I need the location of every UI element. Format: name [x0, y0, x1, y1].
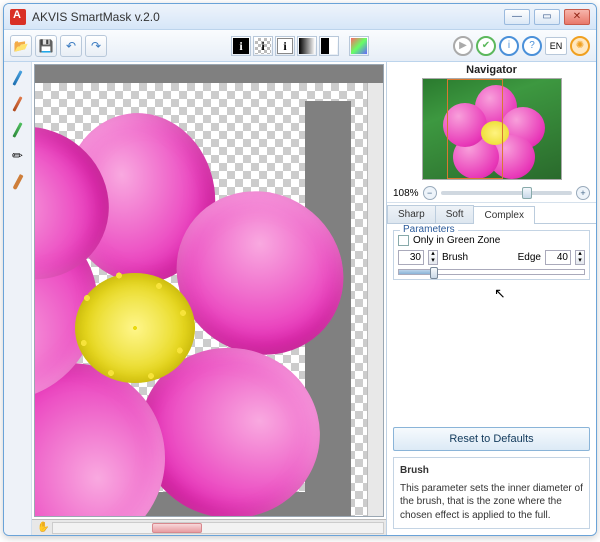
- minus-icon: −: [427, 188, 432, 198]
- undo-icon: ↶: [66, 39, 76, 53]
- brush-icon: [12, 174, 23, 190]
- open-icon: 📂: [14, 39, 29, 53]
- main-toolbar: 📂 💾 ↶ ↷ i i i ▶ ✔ i ? EN ✺: [4, 30, 596, 62]
- app-icon: [10, 9, 26, 25]
- pencil-red-icon: [12, 96, 22, 112]
- help-panel: Brush This parameter sets the inner diam…: [393, 457, 590, 529]
- maximize-button[interactable]: ▭: [534, 9, 560, 25]
- hand-icon[interactable]: ✋: [37, 522, 49, 533]
- minimize-button[interactable]: —: [504, 9, 530, 25]
- ruler-top: [35, 65, 383, 83]
- undo-button[interactable]: ↶: [60, 35, 82, 57]
- gradient-icon: [299, 38, 315, 54]
- tab-soft[interactable]: Soft: [435, 205, 475, 223]
- play-icon: ▶: [459, 40, 467, 51]
- save-button[interactable]: 💾: [35, 35, 57, 57]
- titlebar: AKVIS SmartMask v.2.0 — ▭ ✕: [4, 4, 596, 30]
- view-color-button[interactable]: [349, 36, 369, 56]
- vertical-scrollbar[interactable]: [367, 83, 383, 516]
- zoom-in-button[interactable]: +: [576, 186, 590, 200]
- half-icon: [321, 38, 337, 54]
- app-window: AKVIS SmartMask v.2.0 — ▭ ✕ 📂 💾 ↶ ↷ i i …: [3, 3, 597, 536]
- info-white-icon: i: [277, 38, 293, 54]
- language-button[interactable]: EN: [545, 37, 567, 55]
- save-icon: 💾: [39, 39, 54, 53]
- only-green-zone-checkbox[interactable]: [398, 235, 409, 246]
- pencil-blue-tool[interactable]: [8, 68, 28, 88]
- window-title: AKVIS SmartMask v.2.0: [32, 10, 504, 24]
- vertical-toolbar: ✏: [4, 62, 32, 535]
- zoom-value: 108%: [393, 188, 419, 199]
- eraser-icon: ✏: [12, 148, 23, 164]
- zoom-out-button[interactable]: −: [423, 186, 437, 200]
- pencil-green-icon: [12, 122, 22, 138]
- info-button[interactable]: i: [499, 36, 519, 56]
- settings-button[interactable]: ✺: [570, 36, 590, 56]
- brush-value-input[interactable]: 30: [398, 250, 424, 265]
- info-black-icon: i: [233, 38, 249, 54]
- brush-slider-thumb[interactable]: [430, 267, 438, 279]
- parameters-legend: Parameters: [400, 224, 458, 235]
- edge-value-input[interactable]: 40: [545, 250, 571, 265]
- view-checker-button[interactable]: i: [253, 36, 273, 56]
- close-button[interactable]: ✕: [564, 9, 590, 25]
- mode-tabs: Sharp Soft Complex: [387, 205, 596, 224]
- eraser-tool[interactable]: ✏: [8, 146, 28, 166]
- chevron-down-icon: ▾: [429, 258, 437, 265]
- canvas-area: ✋: [32, 62, 386, 535]
- brush-slider[interactable]: [398, 269, 585, 275]
- info-icon: i: [508, 40, 510, 51]
- zoom-slider[interactable]: [441, 191, 572, 195]
- right-panel: Navigator 108% − + Sharp: [386, 62, 596, 535]
- horizontal-scrollbar-row: ✋: [32, 519, 386, 535]
- apply-button[interactable]: ✔: [476, 36, 496, 56]
- pencil-green-tool[interactable]: [8, 120, 28, 140]
- horizontal-scrollbar[interactable]: [52, 522, 384, 534]
- view-original-button[interactable]: i: [231, 36, 251, 56]
- help-button[interactable]: ?: [522, 36, 542, 56]
- edge-label: Edge: [518, 252, 541, 263]
- navigator-title: Navigator: [387, 62, 596, 78]
- masked-image: [35, 123, 345, 516]
- brush-label: Brush: [442, 252, 468, 263]
- question-icon: ?: [529, 40, 535, 51]
- chevron-down-icon: ▾: [576, 258, 584, 265]
- rainbow-icon: [351, 38, 367, 54]
- parameters-group: Parameters Only in Green Zone 30 ▴▾ Brus…: [393, 230, 590, 280]
- help-title: Brush: [400, 464, 583, 478]
- edge-spinner[interactable]: ▴▾: [575, 250, 585, 265]
- zoom-control: 108% − +: [387, 184, 596, 203]
- horizontal-scroll-thumb[interactable]: [152, 523, 201, 533]
- view-mask-button[interactable]: [297, 36, 317, 56]
- pencil-red-tool[interactable]: [8, 94, 28, 114]
- pencil-blue-icon: [12, 70, 22, 86]
- reset-defaults-button[interactable]: Reset to Defaults: [393, 427, 590, 451]
- canvas-viewport[interactable]: [34, 64, 384, 517]
- run-button[interactable]: ▶: [453, 36, 473, 56]
- plus-icon: +: [580, 188, 585, 198]
- view-white-button[interactable]: i: [275, 36, 295, 56]
- navigator-preview[interactable]: [422, 78, 562, 180]
- info-checker-icon: i: [255, 38, 271, 54]
- redo-icon: ↷: [91, 39, 101, 53]
- zoom-slider-thumb[interactable]: [522, 187, 532, 199]
- tab-complex[interactable]: Complex: [473, 206, 534, 224]
- only-green-zone-label: Only in Green Zone: [413, 235, 500, 246]
- canvas[interactable]: [35, 83, 367, 516]
- check-icon: ✔: [482, 40, 490, 51]
- tab-sharp[interactable]: Sharp: [387, 205, 436, 223]
- redo-button[interactable]: ↷: [85, 35, 107, 57]
- brush-tool[interactable]: [8, 172, 28, 192]
- navigator-selection[interactable]: [447, 79, 503, 179]
- brush-spinner[interactable]: ▴▾: [428, 250, 438, 265]
- brush-slider-fill: [399, 270, 432, 274]
- help-body: This parameter sets the inner diameter o…: [400, 482, 583, 523]
- open-button[interactable]: 📂: [10, 35, 32, 57]
- gear-icon: ✺: [576, 40, 584, 51]
- view-half-button[interactable]: [319, 36, 339, 56]
